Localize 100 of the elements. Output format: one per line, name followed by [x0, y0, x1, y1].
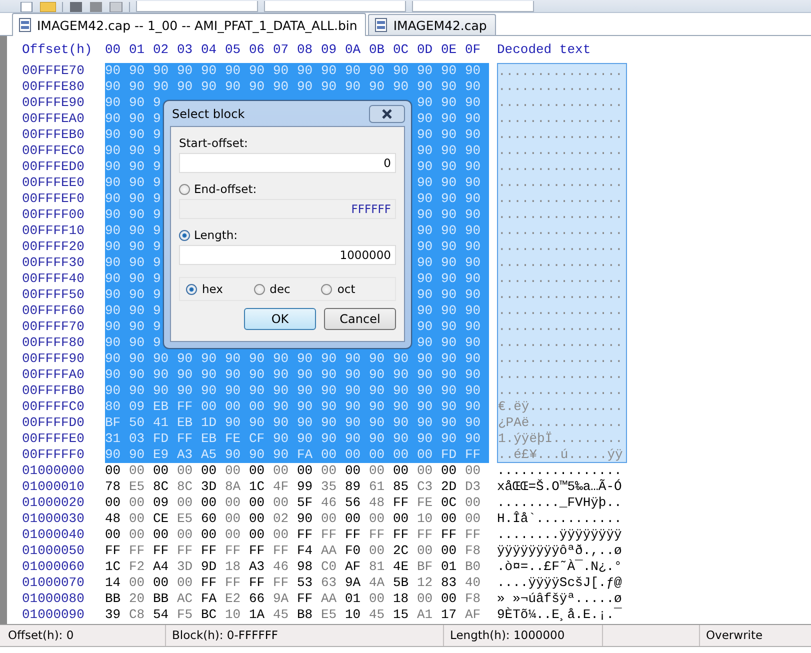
hex-byte: 90: [417, 175, 434, 191]
hex-byte: 90: [129, 175, 146, 191]
hex-byte: 90: [321, 415, 338, 431]
hex-byte: 9: [153, 239, 162, 255]
file-tab[interactable]: IMAGEM42.cap: [368, 14, 496, 35]
hex-byte: 9: [153, 319, 162, 335]
hex-byte: 90: [345, 367, 362, 383]
hex-byte: 4E: [393, 559, 410, 575]
radio-button[interactable]: [254, 284, 265, 294]
hex-byte: 90: [465, 287, 482, 303]
input-field[interactable]: FFFFFF: [179, 199, 396, 219]
hex-byte: 90: [105, 383, 122, 399]
hex-byte: BC: [201, 607, 218, 623]
column-header: 0F: [465, 42, 482, 58]
hex-byte: 90: [321, 79, 338, 95]
hex-byte: FD: [153, 431, 170, 447]
hex-byte: 90: [297, 367, 314, 383]
hex-byte: AF: [465, 607, 482, 623]
hex-byte: BB: [105, 591, 122, 607]
ok-button[interactable]: OK: [244, 308, 316, 330]
radio-button[interactable]: [179, 230, 190, 240]
field-label: Length:: [194, 228, 238, 242]
input-field[interactable]: 0: [179, 153, 396, 173]
status-text: Length(h): 1000000: [444, 625, 603, 646]
hex-byte: 17: [441, 607, 458, 623]
hex-byte: 00: [201, 399, 218, 415]
hex-byte: 50: [129, 415, 146, 431]
hex-byte: FF: [153, 543, 170, 559]
offset-label: 00FFFF10: [22, 223, 86, 239]
hex-byte: 90: [297, 351, 314, 367]
offset-label: 00FFFE80: [22, 79, 86, 95]
hex-byte: 90: [345, 79, 362, 95]
hex-byte: 90: [249, 367, 266, 383]
hex-byte: 90: [105, 319, 122, 335]
decoded-text: ................: [497, 191, 627, 207]
hex-byte: 90: [249, 383, 266, 399]
hex-byte: A3: [249, 559, 266, 575]
close-icon[interactable]: [369, 104, 405, 122]
hex-byte: AA: [321, 543, 338, 559]
hex-byte: 90: [105, 159, 122, 175]
hex-byte: 90: [465, 383, 482, 399]
hex-byte: 90: [417, 191, 434, 207]
hex-byte: A3: [177, 447, 194, 463]
hex-byte: FF: [393, 495, 410, 511]
hex-byte: 00: [345, 447, 362, 463]
decoded-text: ................: [497, 255, 627, 271]
hex-byte: AF: [345, 559, 362, 575]
hex-byte: 90: [417, 207, 434, 223]
decoded-text: ................: [497, 319, 627, 335]
column-header: 0D: [417, 42, 434, 58]
hex-byte: 90: [417, 159, 434, 175]
hex-byte: 90: [393, 399, 410, 415]
hex-byte: FE: [417, 495, 434, 511]
hex-byte: 00: [417, 463, 434, 479]
hex-byte: 00: [369, 463, 386, 479]
hex-byte: 90: [441, 127, 458, 143]
dropdown-field[interactable]: [412, 1, 534, 12]
hex-byte: 00: [465, 511, 482, 527]
hex-byte: 90: [441, 191, 458, 207]
hex-byte: 90: [177, 79, 194, 95]
hex-byte: 90: [249, 447, 266, 463]
cancel-button[interactable]: Cancel: [324, 308, 396, 330]
hex-byte: 41: [153, 415, 170, 431]
hex-byte: 90: [417, 415, 434, 431]
input-field[interactable]: 1000000: [179, 245, 396, 265]
hex-byte: 2D: [441, 479, 458, 495]
hex-byte: A1: [417, 607, 434, 623]
hex-byte: 90: [441, 319, 458, 335]
radio-button[interactable]: [321, 284, 332, 294]
hex-byte: 00: [345, 511, 362, 527]
radio-label: hex: [202, 282, 223, 296]
hex-byte: 00: [129, 495, 146, 511]
hex-byte: 9: [153, 175, 162, 191]
column-header: 0E: [441, 42, 458, 58]
hex-byte: FF: [177, 543, 194, 559]
hex-byte: 90: [129, 143, 146, 159]
radio-button[interactable]: [179, 184, 190, 194]
dropdown-field[interactable]: [136, 1, 258, 12]
offset-label: 00FFFF70: [22, 319, 86, 335]
hex-byte: FF: [201, 575, 218, 591]
hex-byte: 46: [321, 495, 338, 511]
hex-byte: 90: [321, 63, 338, 79]
hex-byte: 90: [153, 383, 170, 399]
dialog-title: Select block: [172, 106, 245, 120]
hex-byte: F2: [129, 559, 146, 575]
dropdown-field[interactable]: [264, 1, 406, 12]
hex-byte: 66: [249, 591, 266, 607]
hex-byte: 78: [105, 479, 122, 495]
hex-byte: 90: [417, 223, 434, 239]
hex-byte: FF: [129, 543, 146, 559]
offset-label: 00FFFF90: [22, 351, 86, 367]
radio-button[interactable]: [186, 284, 197, 294]
offset-label: 00FFFEE0: [22, 175, 86, 191]
hex-byte: 90: [417, 95, 434, 111]
hex-byte: 9D: [201, 559, 218, 575]
offset-label: 00FFFFA0: [22, 367, 86, 383]
offset-label: 00FFFF40: [22, 271, 86, 287]
hex-byte: 90: [129, 191, 146, 207]
hex-byte: FF: [393, 527, 410, 543]
offset-label: 00FFFF60: [22, 303, 86, 319]
